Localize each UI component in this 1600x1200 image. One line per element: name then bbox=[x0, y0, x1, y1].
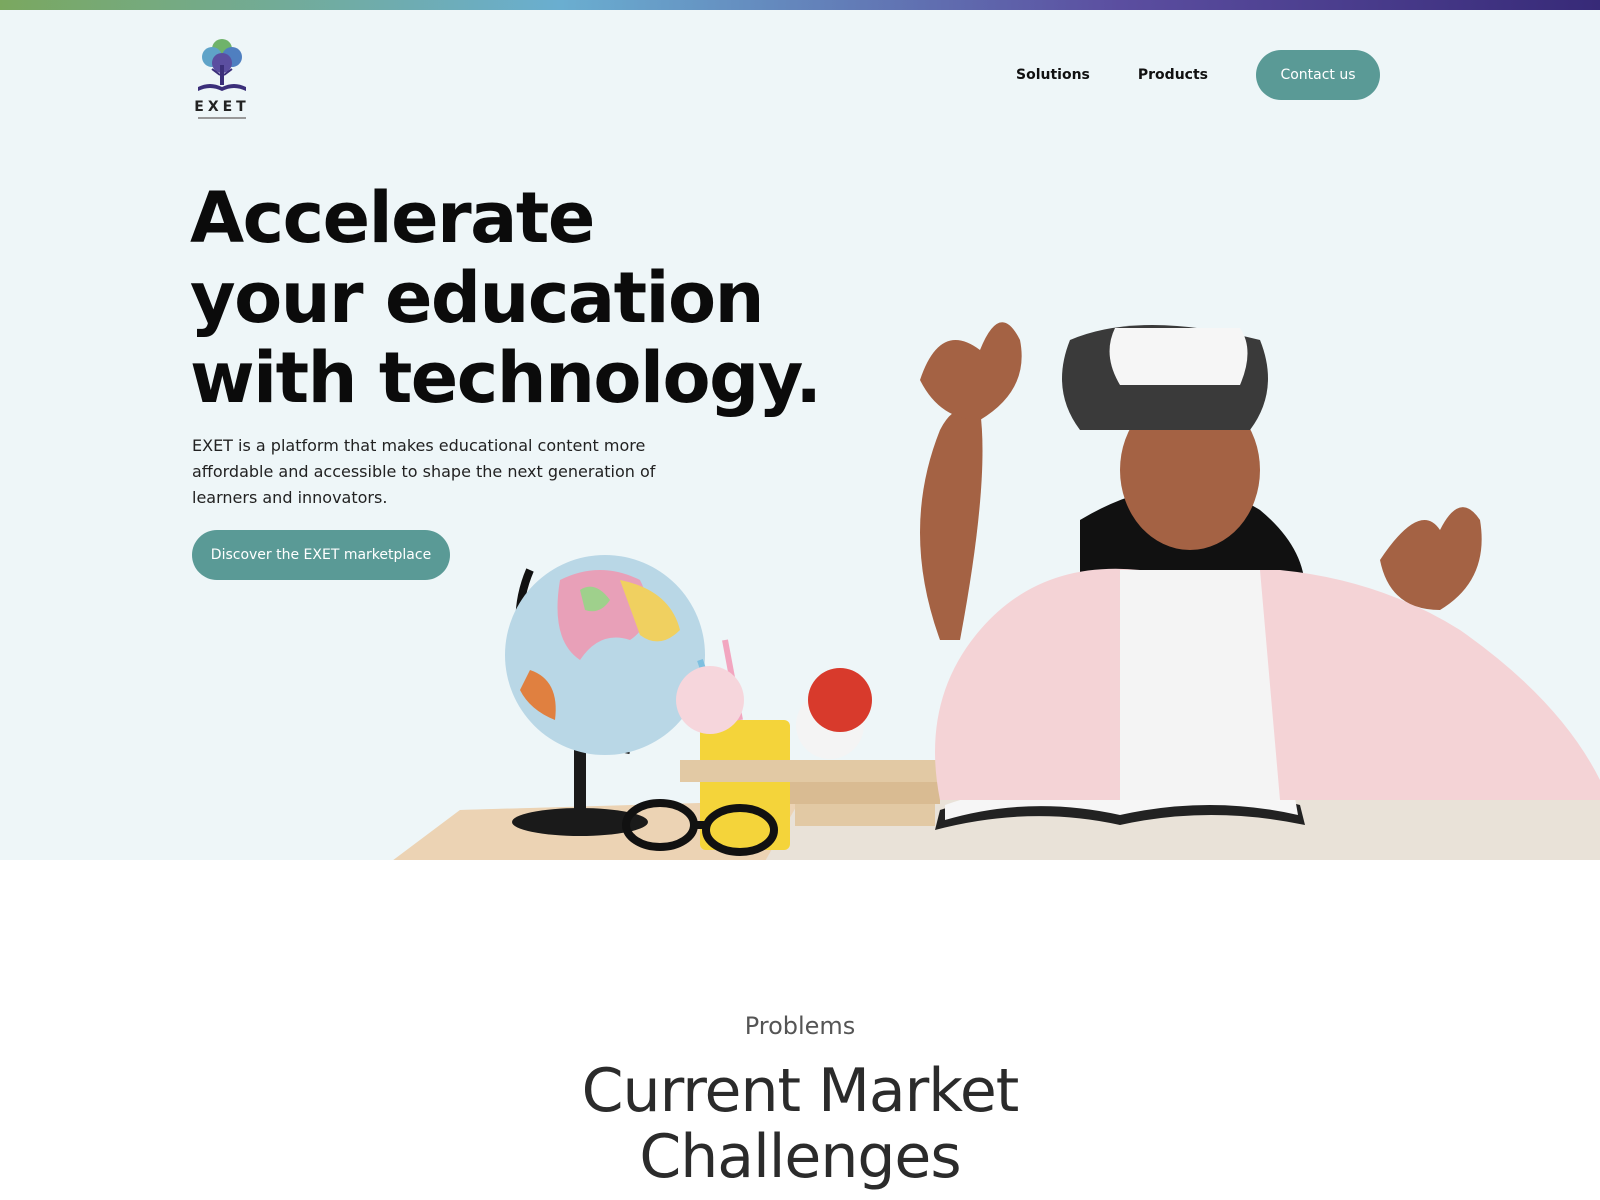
exet-logo[interactable]: EXET bbox=[190, 35, 260, 125]
white-shirt bbox=[1120, 570, 1280, 800]
problems-title-line: Challenges bbox=[639, 1122, 961, 1192]
hero-headline-line: Accelerate bbox=[190, 177, 595, 259]
logo-wordmark: EXET bbox=[194, 99, 250, 115]
problems-title-line: Current Market bbox=[581, 1056, 1020, 1126]
right-hand bbox=[1380, 507, 1482, 610]
nav-link-solutions[interactable]: Solutions bbox=[1016, 67, 1090, 83]
globe-icon bbox=[505, 555, 705, 836]
tree-book-icon bbox=[198, 39, 246, 91]
apple-icon bbox=[808, 668, 872, 732]
left-arm bbox=[920, 407, 983, 640]
hero-section: EXET Solutions Products Contact us Accel… bbox=[0, 10, 1600, 860]
main-nav: Solutions Products Contact us bbox=[1016, 50, 1380, 100]
left-hand bbox=[920, 322, 1022, 420]
contact-us-button[interactable]: Contact us bbox=[1256, 50, 1380, 100]
nav-link-products[interactable]: Products bbox=[1138, 67, 1208, 83]
problems-title: Current Market Challenges bbox=[0, 1058, 1600, 1190]
girl-with-vr-headset bbox=[920, 322, 1600, 800]
hero-image bbox=[393, 322, 1600, 860]
problems-eyebrow: Problems bbox=[744, 1012, 856, 1040]
top-gradient-bar bbox=[0, 0, 1600, 10]
logo-tagline-line bbox=[198, 117, 246, 119]
